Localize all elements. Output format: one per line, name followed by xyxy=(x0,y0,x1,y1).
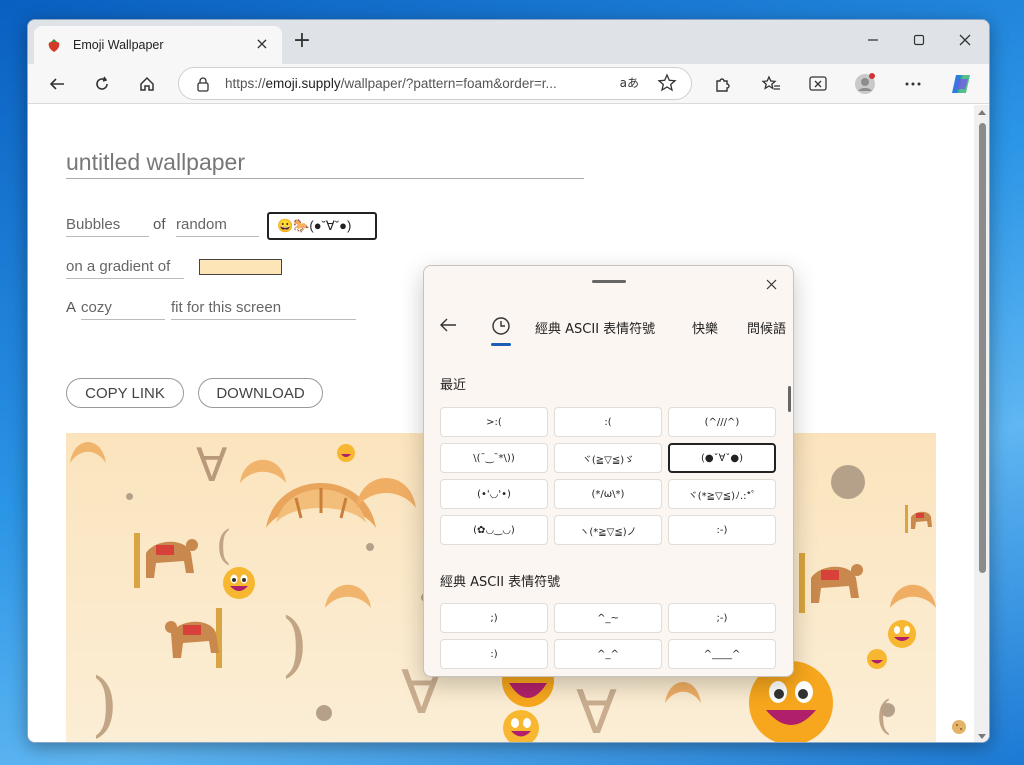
copy-link-button[interactable]: COPY LINK xyxy=(66,378,184,408)
kaomoji-glyph: ( xyxy=(216,523,232,569)
tab-emoji-wallpaper[interactable]: Emoji Wallpaper × xyxy=(34,26,282,64)
carousel-horse-icon xyxy=(905,505,932,533)
pattern-select[interactable]: Bubbles xyxy=(66,215,149,237)
emoji-selection-input[interactable]: 😀🐎(●ˇ∀ˇ●) xyxy=(267,212,377,240)
kaomoji-cell[interactable]: (✿◡‿◡) xyxy=(440,515,548,545)
of-label: of xyxy=(153,216,166,233)
tab-title: Emoji Wallpaper xyxy=(73,38,164,52)
croissant-icon xyxy=(356,478,416,508)
back-arrow-icon[interactable] xyxy=(42,70,72,98)
kaomoji-cell[interactable]: ^____^ xyxy=(668,639,776,669)
kaomoji-cell[interactable]: ヽ(*≧▽≦)ノ xyxy=(554,515,662,545)
croissant-icon xyxy=(665,682,701,703)
active-tab-indicator xyxy=(491,343,511,346)
tab-close-button[interactable]: × xyxy=(252,34,272,53)
kaomoji-cell[interactable]: ;) xyxy=(440,603,548,633)
grinning-face-icon xyxy=(888,620,916,648)
feedback-cookie-icon[interactable] xyxy=(950,717,968,737)
scrollbar-thumb[interactable] xyxy=(979,123,986,573)
order-select[interactable]: random xyxy=(176,215,259,237)
kaomoji-cell[interactable]: ^_^ xyxy=(554,639,662,669)
classic-ascii-heading: 經典 ASCII 表情符號 xyxy=(440,575,561,590)
favorites-icon[interactable] xyxy=(756,70,786,98)
scroll-up-arrow-icon[interactable] xyxy=(978,110,986,115)
strawberry-favicon-icon xyxy=(46,37,62,53)
emoji-panel: 經典 ASCII 表情符號 快樂 問候語 最近 >:( :( (^///^) \… xyxy=(423,265,794,677)
scroll-down-arrow-icon[interactable] xyxy=(978,734,986,739)
kaomoji-cell[interactable]: \(¯‿¯*\)) xyxy=(440,443,548,473)
grinning-face-icon xyxy=(503,710,539,742)
bubble-dot xyxy=(316,705,332,721)
carousel-horse-icon xyxy=(165,608,222,668)
browser-toolbar: https://emoji.supply/wallpaper/?pattern=… xyxy=(28,64,989,104)
panel-scrollbar-thumb[interactable] xyxy=(788,386,791,412)
croissant-icon xyxy=(325,584,371,608)
maximize-button[interactable] xyxy=(896,26,942,54)
carousel-horse-icon xyxy=(134,533,198,588)
page-scrollbar[interactable] xyxy=(974,105,989,742)
kaomoji-cell[interactable]: :( xyxy=(554,407,662,437)
kaomoji-cell-selected[interactable]: (●ˇ∀ˇ●) xyxy=(668,443,776,473)
croissant-icon xyxy=(890,584,936,608)
fit-screen-select[interactable]: fit for this screen xyxy=(171,298,356,320)
grinning-face-icon xyxy=(337,444,355,462)
gradient-label: on a gradient of xyxy=(66,257,184,279)
favorite-star-icon[interactable] xyxy=(657,73,677,97)
web-capture-icon[interactable] xyxy=(803,70,833,98)
kaomoji-glyph: ∀ xyxy=(196,438,228,492)
croissant-icon xyxy=(240,459,286,483)
gradient-color-swatch[interactable] xyxy=(199,259,282,275)
kaomoji-cell[interactable]: :) xyxy=(440,639,548,669)
panel-back-arrow-icon[interactable] xyxy=(438,315,458,335)
kaomoji-glyph: ) xyxy=(91,663,119,743)
bubble-dot xyxy=(831,465,865,499)
tab-bar: Emoji Wallpaper × + xyxy=(28,20,989,64)
panel-close-icon[interactable] xyxy=(759,272,783,296)
grinning-face-icon xyxy=(223,567,255,599)
a-label: A xyxy=(66,299,77,316)
close-window-button[interactable] xyxy=(942,26,988,54)
minimize-button[interactable] xyxy=(850,26,896,54)
recent-clock-icon[interactable] xyxy=(491,316,511,336)
grinning-face-icon xyxy=(867,649,887,669)
new-tab-button[interactable]: + xyxy=(290,30,314,54)
carousel-horse-icon xyxy=(799,553,863,613)
mood-select[interactable]: cozy xyxy=(81,298,165,320)
extensions-puzzle-icon[interactable] xyxy=(707,70,737,98)
tab-greetings[interactable]: 問候語 xyxy=(747,318,786,337)
kaomoji-glyph: ) xyxy=(281,603,309,685)
download-button[interactable]: DOWNLOAD xyxy=(198,378,323,408)
wallpaper-title-input[interactable]: untitled wallpaper xyxy=(66,149,584,179)
panel-drag-handle[interactable] xyxy=(592,280,626,283)
bubble-dot xyxy=(126,493,133,500)
kaomoji-glyph: ∀ xyxy=(576,678,618,743)
lock-icon[interactable] xyxy=(195,76,211,92)
home-icon[interactable] xyxy=(132,70,162,98)
kaomoji-cell[interactable]: (^///^) xyxy=(668,407,776,437)
kaomoji-cell[interactable]: ヾ(*≧▽≦)ﾉ.:*ﾟ xyxy=(668,479,776,509)
address-bar[interactable]: https://emoji.supply/wallpaper/?pattern=… xyxy=(178,67,692,100)
url-text[interactable]: https://emoji.supply/wallpaper/?pattern=… xyxy=(225,76,605,91)
recent-heading: 最近 xyxy=(440,378,467,393)
kaomoji-cell[interactable]: :-) xyxy=(668,515,776,545)
kaomoji-cell[interactable]: (•'◡'•) xyxy=(440,479,548,509)
more-options-icon[interactable] xyxy=(898,70,928,98)
kaomoji-cell[interactable]: ヾ(≧▽≦)ゞ xyxy=(554,443,662,473)
read-aloud-button[interactable]: aあ xyxy=(620,74,639,91)
bubble-dot xyxy=(881,703,895,717)
kaomoji-cell[interactable]: ^_~ xyxy=(554,603,662,633)
tab-classic-ascii[interactable]: 經典 ASCII 表情符號 xyxy=(535,318,655,337)
browser-window: Emoji Wallpaper × + https://emoji.supply… xyxy=(27,19,990,743)
tab-happy[interactable]: 快樂 xyxy=(692,318,718,337)
copilot-icon[interactable] xyxy=(946,70,976,98)
kaomoji-cell[interactable]: (*/ω\*) xyxy=(554,479,662,509)
kaomoji-cell[interactable]: >:( xyxy=(440,407,548,437)
profile-avatar[interactable] xyxy=(850,70,880,98)
refresh-icon[interactable] xyxy=(87,70,117,98)
croissant-icon xyxy=(70,442,106,463)
bubble-dot xyxy=(366,543,374,551)
kaomoji-cell[interactable]: ;-) xyxy=(668,603,776,633)
